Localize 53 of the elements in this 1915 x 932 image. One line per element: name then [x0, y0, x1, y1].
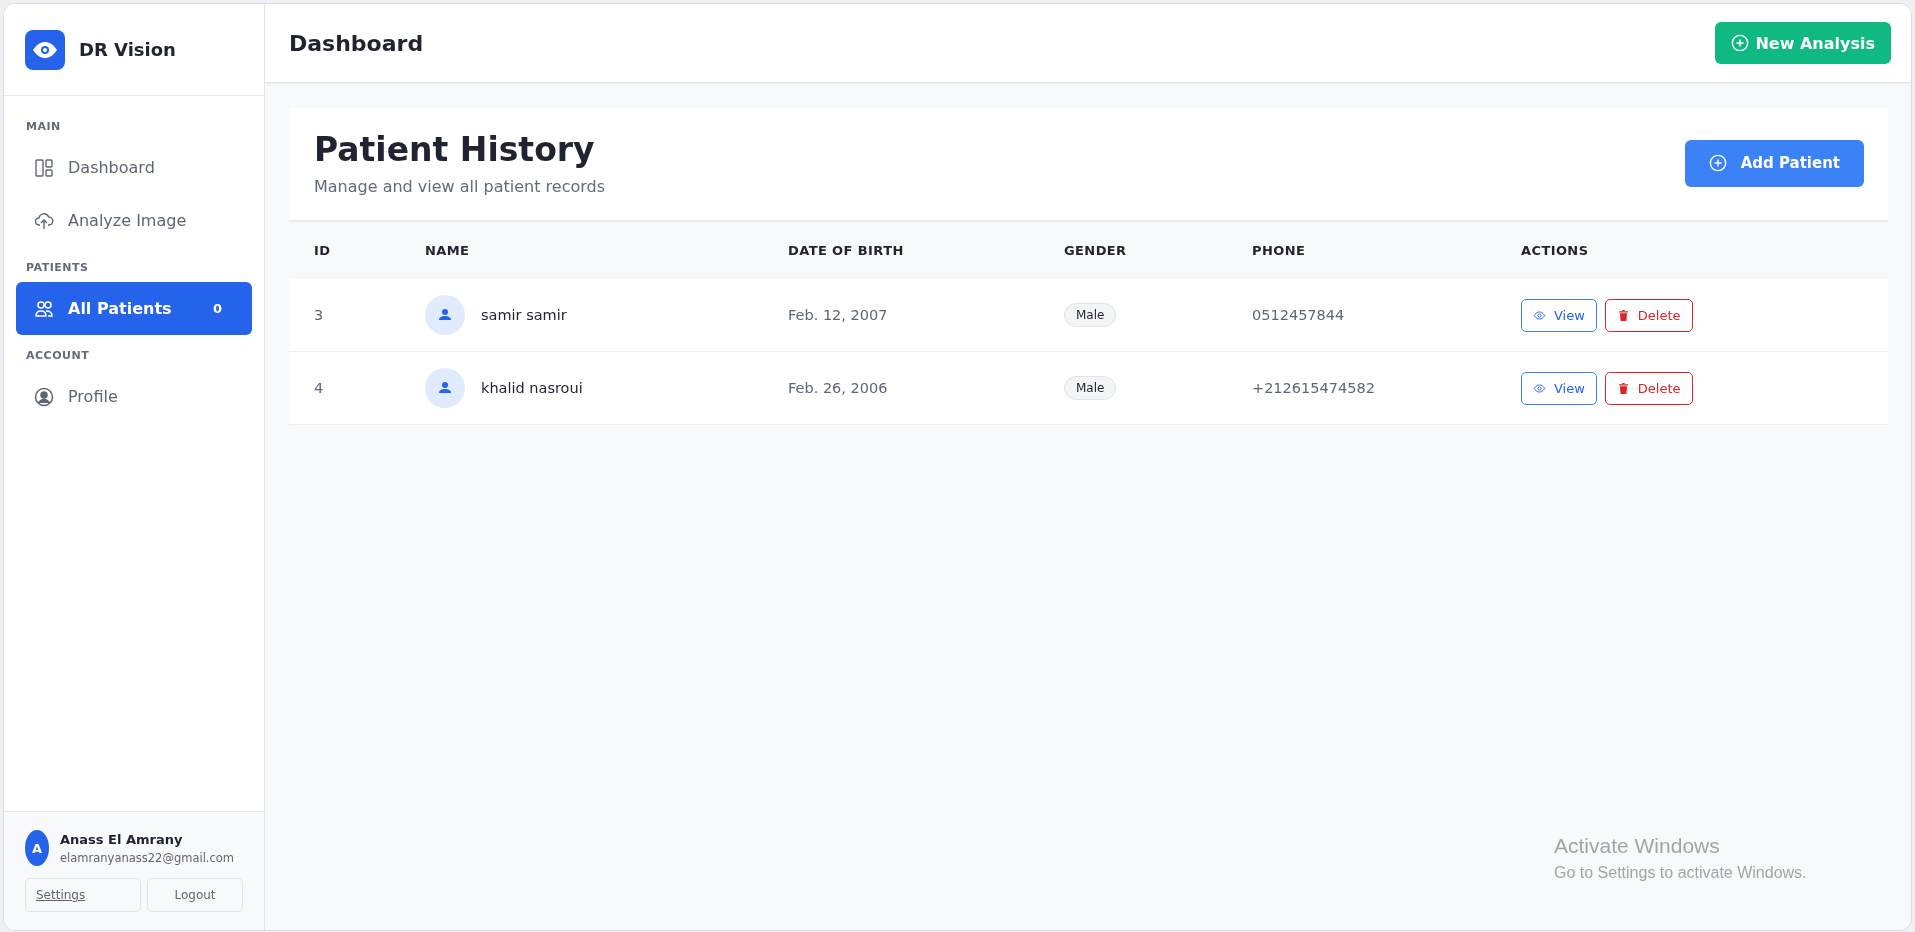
- section-subtitle: Manage and view all patient records: [314, 177, 605, 196]
- count-label: 0: [212, 301, 222, 316]
- view-button[interactable]: View: [1521, 298, 1597, 332]
- brand-name: DR Vision: [79, 39, 176, 60]
- gender-tag: Male: [1064, 303, 1117, 327]
- add-patient-button[interactable]: Add Patient: [1684, 139, 1864, 187]
- section-title: ACCOUNT: [25, 348, 91, 364]
- user-email: elamranyanass22@gmail.com: [60, 850, 235, 865]
- plus-circle-icon: [1731, 34, 1750, 52]
- user-circle-icon: [34, 386, 54, 407]
- table-cell-text: 4: [314, 380, 325, 396]
- layout-icon: [34, 157, 54, 178]
- trash-icon: [1616, 308, 1630, 322]
- patient-avatar-icon: [425, 295, 465, 335]
- user-name: Anass El Amrany: [60, 831, 184, 847]
- eye-icon: [1533, 308, 1546, 322]
- nav-item[interactable]: All Patients 0: [16, 282, 252, 335]
- column-header: GENDER: [1064, 243, 1128, 258]
- gender-tag: Male: [1064, 376, 1117, 400]
- nav-item[interactable]: Dashboard: [16, 141, 252, 194]
- column-header: ACTIONS: [1521, 243, 1590, 258]
- eye-logo-icon: [25, 29, 65, 70]
- table-cell-text: 0512457844: [1252, 307, 1346, 323]
- table-cell-text: Feb. 12, 2007: [788, 307, 889, 323]
- section-title: MAIN: [25, 119, 62, 135]
- table-cell-text: Feb. 26, 2006: [788, 380, 889, 396]
- delete-button[interactable]: Delete: [1604, 371, 1693, 405]
- eye-icon: [1533, 381, 1546, 395]
- trash-icon: [1616, 381, 1630, 395]
- column-header: ID: [314, 243, 332, 258]
- cloud-upload-icon: [34, 210, 54, 231]
- patient-name: khalid nasroui: [481, 380, 583, 396]
- plus-circle-icon: [1708, 154, 1727, 172]
- nav-item[interactable]: Profile: [16, 370, 252, 423]
- activation-notice-text: Go to Settings to activate Windows.: [1554, 864, 1807, 882]
- section-title: PATIENTS: [25, 260, 90, 276]
- column-header: NAME: [425, 243, 471, 258]
- section-heading: Patient History: [314, 130, 596, 169]
- user-avatar: A: [25, 830, 49, 866]
- column-header: PHONE: [1252, 243, 1307, 258]
- page-title: Dashboard: [289, 30, 424, 56]
- nav-item[interactable]: Analyze Image: [16, 194, 252, 247]
- patient-avatar-icon: [425, 368, 465, 408]
- activation-notice-title: Activate Windows: [1554, 834, 1721, 858]
- view-button[interactable]: View: [1521, 371, 1597, 405]
- column-header: DATE OF BIRTH: [788, 243, 905, 258]
- patient-name: samir samir: [481, 307, 567, 323]
- users-icon: [34, 298, 54, 319]
- delete-button[interactable]: Delete: [1604, 298, 1693, 332]
- settings-link[interactable]: Settings: [25, 878, 141, 912]
- table-cell-text: 3: [314, 307, 325, 323]
- table-cell-text: +212615474582: [1252, 380, 1376, 396]
- logout-button[interactable]: Logout: [147, 878, 243, 912]
